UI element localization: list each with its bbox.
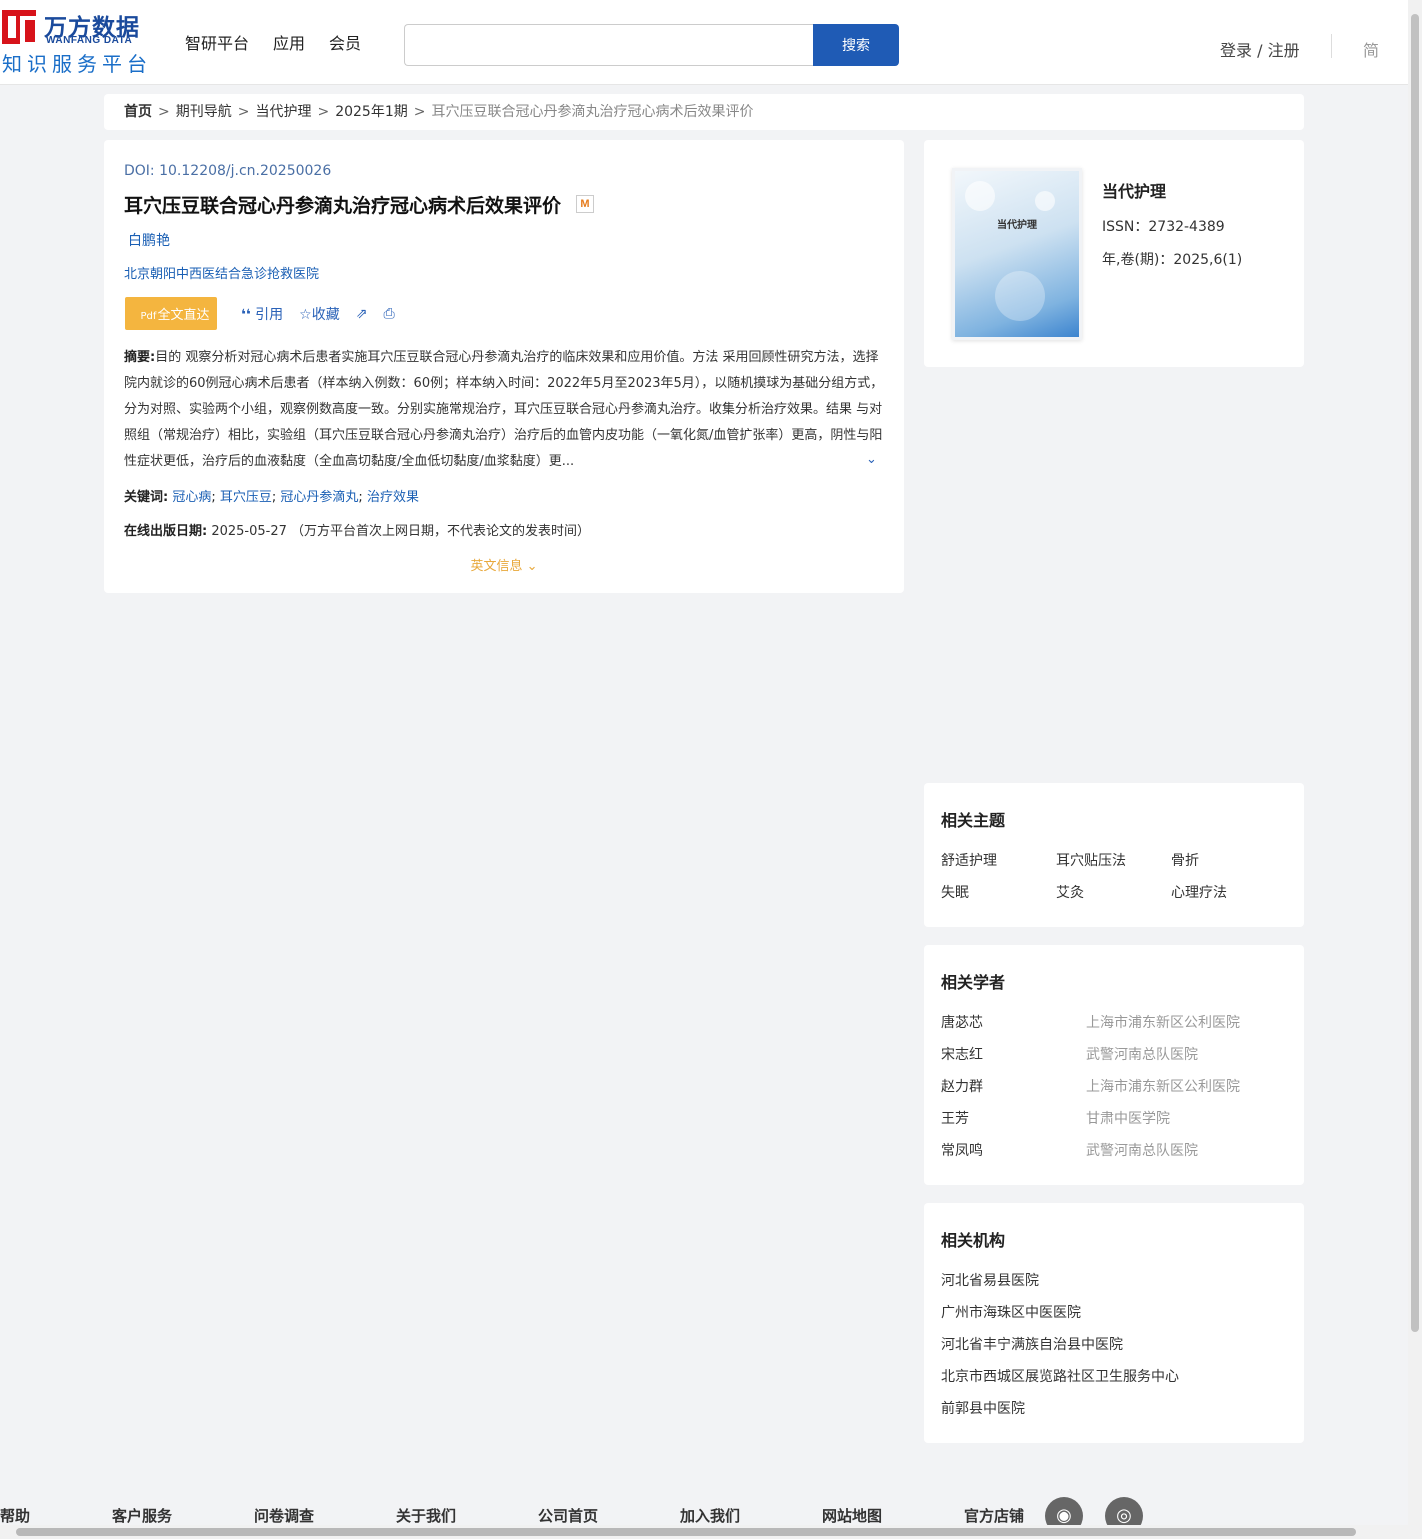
pdf-icon: Pdf [140,311,157,322]
footer-survey[interactable]: 问卷调查 [254,1505,314,1526]
author-organization[interactable]: 北京朝阳中西医结合急诊抢救医院 [124,263,319,282]
org-item[interactable]: 北京市西城区展览路社区卫生服务中心 [941,1366,1179,1386]
horizontal-scroll-thumb[interactable] [16,1528,1356,1536]
nav-item-member[interactable]: 会员 [329,30,361,54]
footer-sitemap[interactable]: 网站地图 [822,1505,882,1526]
journal-cover[interactable]: 当代护理 [952,168,1082,340]
breadcrumb-current: 耳穴压豆联合冠心丹参滴丸治疗冠心病术后效果评价 [431,104,754,120]
related-orgs-card: 相关机构 河北省易县医院 广州市海珠区中医医院 河北省丰宁满族自治县中医院 北京… [924,1203,1304,1443]
topic-item[interactable]: 骨折 [1171,850,1199,870]
search-button[interactable]: 搜索 [813,24,899,66]
article-keywords: 关键词: 冠心病; 耳穴压豆; 冠心丹参滴丸; 治疗效果 [124,490,419,505]
topic-item[interactable]: 耳穴贴压法 [1056,850,1126,870]
scholar-name[interactable]: 常凤鸣 [941,1140,983,1160]
topic-item[interactable]: 心理疗法 [1171,882,1227,902]
favorite-button[interactable]: ☆收藏 [299,304,340,324]
share-icon[interactable]: ⇗ [356,306,368,322]
vertical-scroll-thumb[interactable] [1411,14,1419,1332]
main-nav: 智研平台 应用 会员 [185,30,361,54]
article-abstract: 摘要:目的 观察分析对冠心病术后患者实施耳穴压豆联合冠心丹参滴丸治疗的临床效果和… [124,350,884,469]
footer: 帮助 客户服务 问卷调查 关于我们 公司首页 加入我们 网站地图 官方店铺 ◉ … [0,1495,1408,1535]
top-header: 万方数据 WANFANG DATA 知识服务平台 智研平台 应用 会员 搜索 登… [0,0,1408,85]
article-doi: DOI: 10.12208/j.cn.20250026 [124,163,332,179]
print-icon[interactable]: ⎙ [383,306,394,322]
article-title: 耳穴压豆联合冠心丹参滴丸治疗冠心病术后效果评价 [124,195,562,217]
expand-abstract-chevron-icon[interactable]: ⌄ [866,452,877,467]
scholar-org[interactable]: 武警河南总队医院 [1086,1044,1198,1064]
english-info-toggle[interactable]: 英文信息 ⌄ [104,555,904,574]
online-publish-date: 在线出版日期: 2025-05-27 （万方平台首次上网日期，不代表论文的发表时… [124,524,591,539]
scholar-name[interactable]: 唐苾芯 [941,1012,983,1032]
scrollbar-corner [1408,1525,1422,1539]
header-divider [1331,34,1332,58]
nav-item-apps[interactable]: 应用 [273,30,305,54]
m-badge-icon: M [576,195,594,213]
journal-info-card: 当代护理 当代护理 ISSN：2732-4389 年,卷(期)：2025,6(1… [924,140,1304,367]
journal-cover-title: 当代护理 [997,220,1037,231]
article-detail-card: DOI: 10.12208/j.cn.20250026 耳穴压豆联合冠心丹参滴丸… [104,140,904,593]
journal-issn: ISSN：2732-4389 [1102,219,1225,235]
scholar-name[interactable]: 赵力群 [941,1076,983,1096]
related-topics-title: 相关主题 [941,811,1006,830]
topic-item[interactable]: 失眠 [941,882,969,902]
related-scholars-title: 相关学者 [941,973,1006,992]
nav-item-zhiyan[interactable]: 智研平台 [185,30,249,54]
footer-join-us[interactable]: 加入我们 [680,1505,740,1526]
vertical-scrollbar[interactable] [1408,0,1422,1539]
scholar-org[interactable]: 武警河南总队医院 [1086,1140,1198,1160]
keyword-link[interactable]: 冠心病 [172,490,211,505]
fulltext-button[interactable]: Pdf全文直达 [125,297,217,330]
org-item[interactable]: 广州市海珠区中医医院 [941,1302,1081,1322]
search-input[interactable] [404,24,814,66]
double-chevron-down-icon: ⌄ [526,559,538,574]
org-item[interactable]: 前郭县中医院 [941,1398,1025,1418]
org-item[interactable]: 河北省易县医院 [941,1270,1039,1290]
keyword-link[interactable]: 耳穴压豆 [220,490,272,505]
language-switch[interactable]: 简 [1363,37,1379,61]
article-author[interactable]: 白鹏艳 [128,230,170,250]
org-item[interactable]: 河北省丰宁满族自治县中医院 [941,1334,1123,1354]
topic-item[interactable]: 舒适护理 [941,850,997,870]
article-actions: ❛❛ 引用 ☆收藏 ⇗ ⎙ [241,304,395,324]
journal-volume: 年,卷(期)：2025,6(1) [1102,252,1243,268]
related-topics-card: 相关主题 舒适护理 耳穴贴压法 骨折 失眠 艾灸 心理疗法 [924,783,1304,927]
keyword-link[interactable]: 治疗效果 [367,490,419,505]
scholar-name[interactable]: 王芳 [941,1108,969,1128]
breadcrumb-issue[interactable]: 2025年1期 [335,104,408,120]
logo-en-text: WANFANG DATA [46,35,133,46]
breadcrumb-journal[interactable]: 当代护理 [255,104,311,120]
login-register-link[interactable]: 登录 / 注册 [1220,37,1300,61]
wanfang-logo[interactable]: 万方数据 WANFANG DATA 知识服务平台 [2,8,152,76]
star-icon: ☆ [299,307,312,323]
scholar-org[interactable]: 上海市浦东新区公利医院 [1086,1076,1240,1096]
breadcrumb-home[interactable]: 首页 [124,104,152,120]
doi-link[interactable]: 10.12208/j.cn.20250026 [159,163,331,179]
footer-company-home[interactable]: 公司首页 [538,1505,598,1526]
breadcrumb: 首页 > 期刊导航 > 当代护理 >2025年1期 > 耳穴压豆联合冠心丹参滴丸治疗冠心病术后… [104,94,1304,130]
logo-sub-text: 知识服务平台 [2,52,152,76]
scholar-org[interactable]: 上海市浦东新区公利医院 [1086,1012,1240,1032]
cite-button[interactable]: ❛❛ 引用 [241,304,283,324]
footer-official-store[interactable]: 官方店铺 [964,1505,1024,1526]
scholar-name[interactable]: 宋志红 [941,1044,983,1064]
wanfang-logo-mark-icon [2,10,39,46]
footer-help[interactable]: 帮助 [0,1505,30,1526]
breadcrumb-journal-nav[interactable]: 期刊导航 [176,104,232,120]
horizontal-scrollbar[interactable] [0,1525,1408,1539]
footer-customer-service[interactable]: 客户服务 [112,1505,172,1526]
keyword-link[interactable]: 冠心丹参滴丸 [280,490,358,505]
related-orgs-title: 相关机构 [941,1231,1006,1250]
related-scholars-card: 相关学者 唐苾芯 上海市浦东新区公利医院 宋志红 武警河南总队医院 赵力群 上海市浦东… [924,945,1304,1185]
journal-name[interactable]: 当代护理 [1102,178,1166,202]
footer-about[interactable]: 关于我们 [396,1505,456,1526]
topic-item[interactable]: 艾灸 [1056,882,1084,902]
scholar-org[interactable]: 甘肃中医学院 [1086,1108,1170,1128]
quote-icon: ❛❛ [241,307,251,323]
